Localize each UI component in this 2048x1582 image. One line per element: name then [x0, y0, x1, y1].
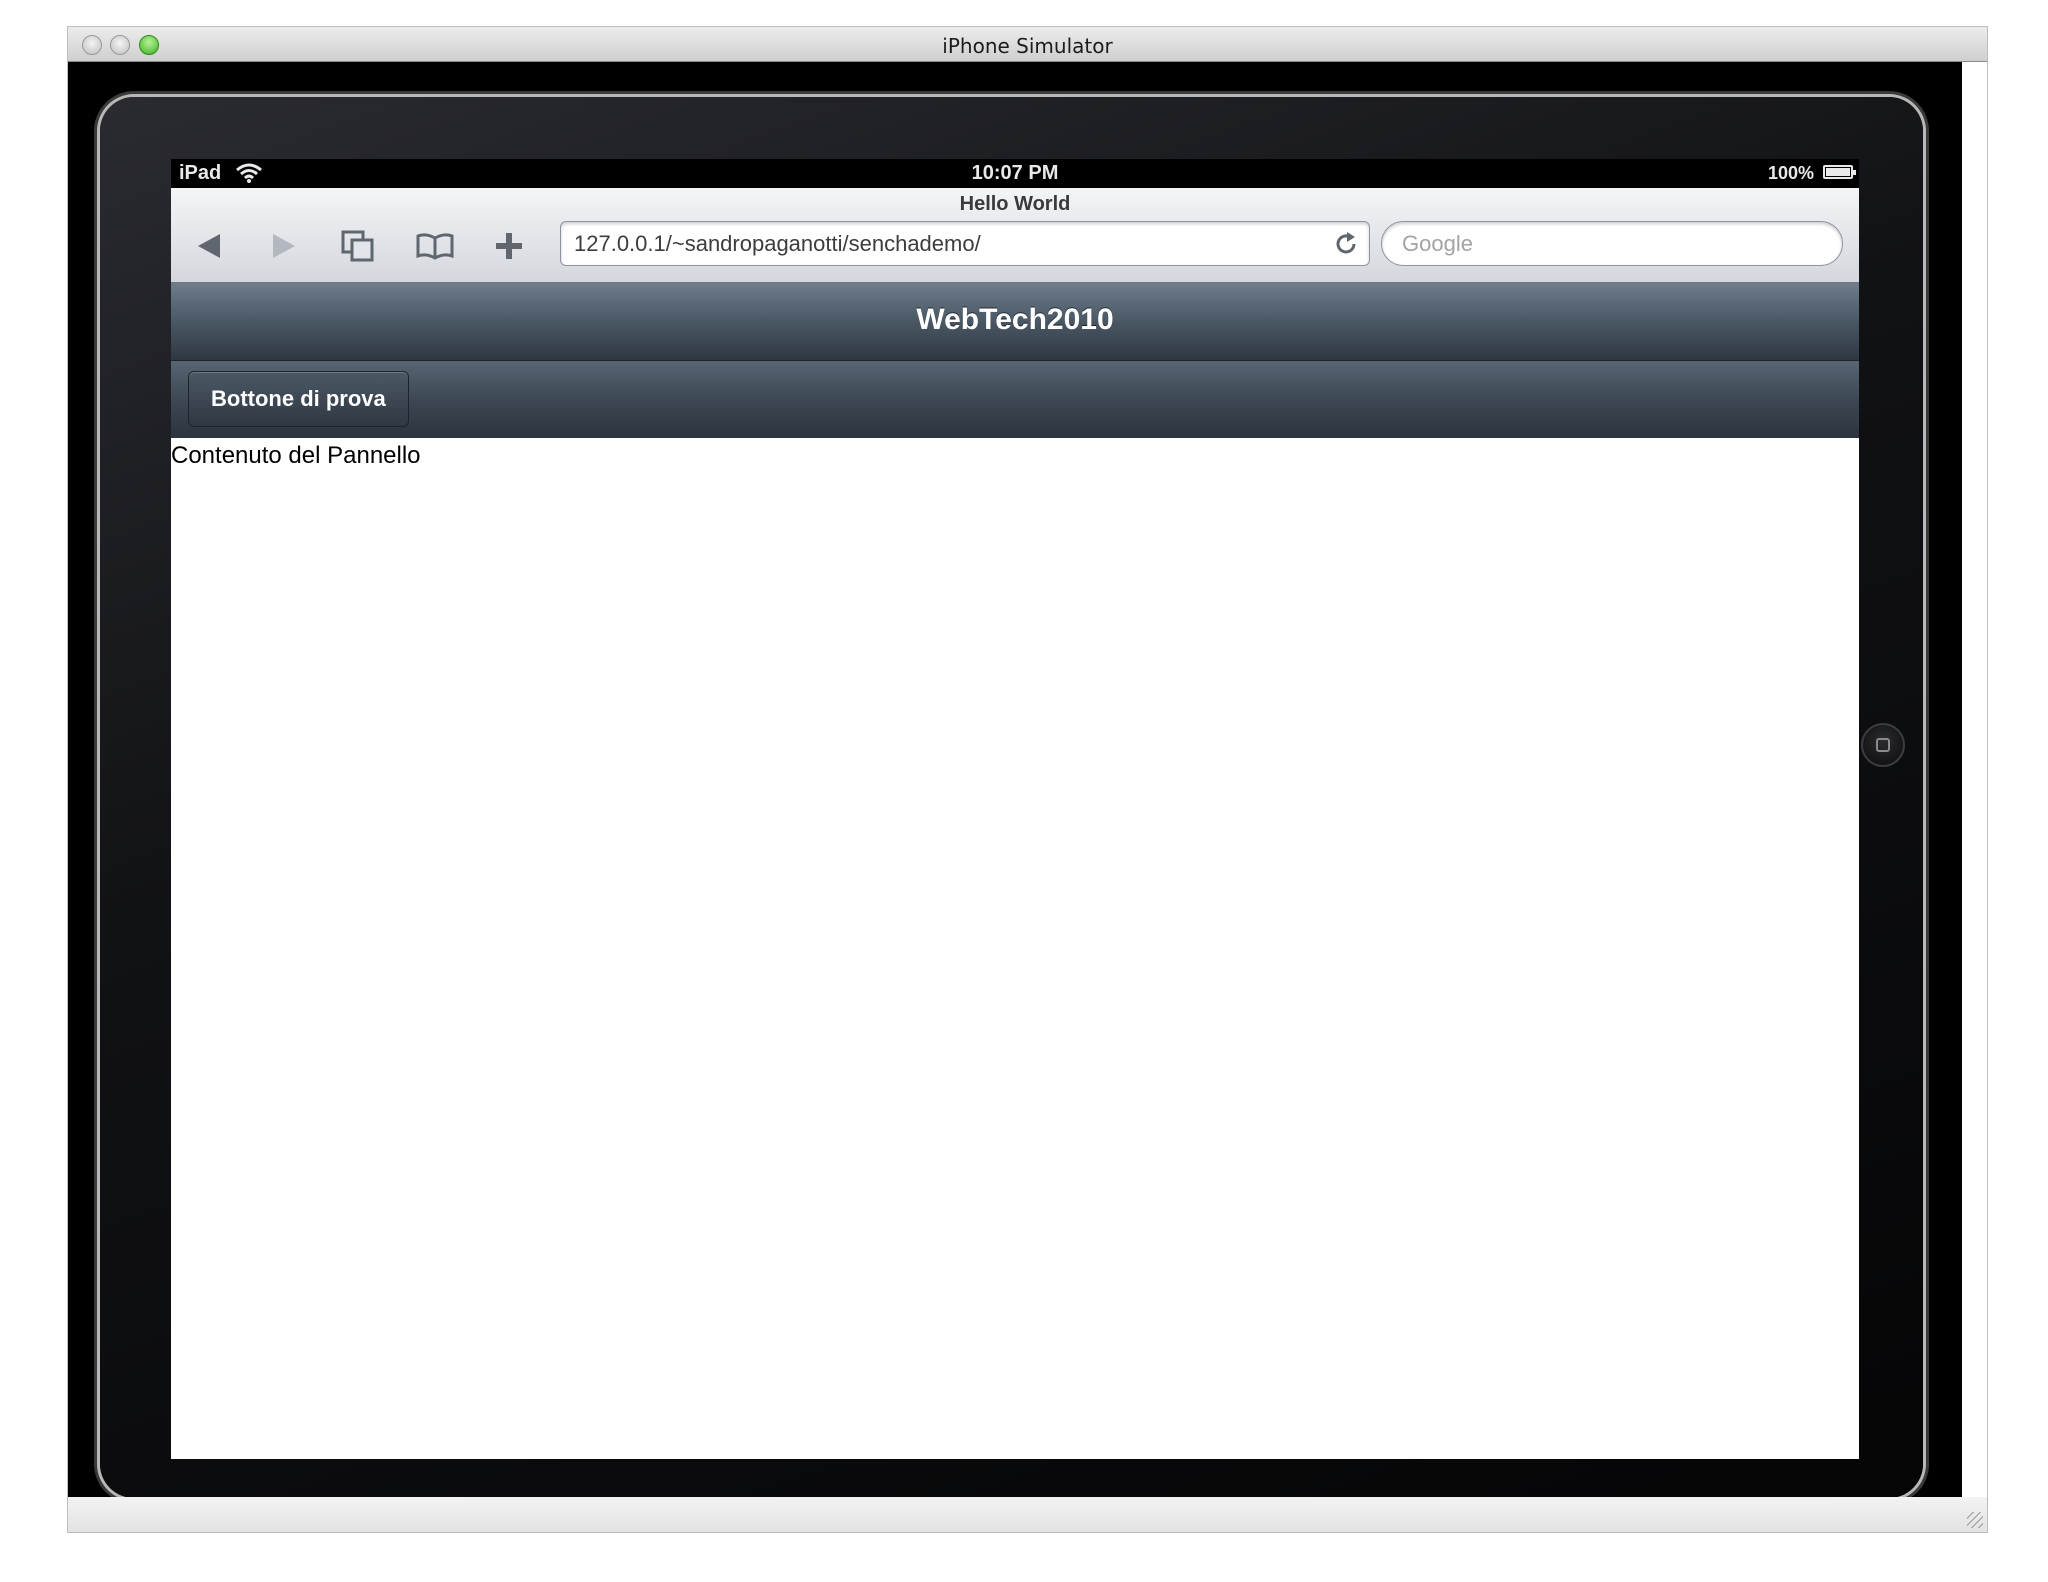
status-bar: iPad 10:07 PM 100%: [171, 159, 1859, 188]
pages-button[interactable]: [338, 226, 378, 266]
ipad-screen: iPad 10:07 PM 100% Hello World 127.0.0.1…: [171, 159, 1859, 1459]
test-button[interactable]: Bottone di prova: [188, 371, 409, 427]
url-field[interactable]: 127.0.0.1/~sandropaganotti/senchademo/: [560, 221, 1370, 266]
add-icon: [496, 233, 522, 259]
resize-grip-icon[interactable]: [1967, 1512, 1983, 1528]
app-title: WebTech2010: [916, 303, 1114, 336]
back-arrow-icon: [198, 234, 220, 258]
url-text: 127.0.0.1/~sandropaganotti/senchademo/: [574, 230, 981, 256]
window-title: iPhone Simulator: [942, 34, 1113, 58]
home-square-icon: [1876, 738, 1890, 752]
bookmarks-button[interactable]: [415, 226, 455, 266]
app-toolbar: Bottone di prova: [171, 361, 1859, 438]
window-titlebar[interactable]: iPhone Simulator: [68, 27, 1987, 62]
home-button[interactable]: [1861, 723, 1905, 767]
bookmarks-icon: [416, 233, 454, 260]
app-titlebar: WebTech2010: [171, 283, 1859, 361]
forward-button[interactable]: [264, 226, 304, 266]
status-time: 10:07 PM: [971, 162, 1059, 184]
pages-icon: [341, 230, 374, 262]
add-bookmark-button[interactable]: [489, 226, 529, 266]
forward-arrow-icon: [273, 234, 295, 258]
safari-toolbar: Hello World 127.0.0.1/~sandropaganotti/s…: [171, 188, 1859, 283]
window-bottom-bar: [68, 1497, 1987, 1532]
search-input[interactable]: [1381, 221, 1843, 266]
panel-content: Contenuto del Pannello: [171, 442, 421, 469]
page-title: Hello World: [959, 193, 1071, 215]
window-right-edge: [1962, 62, 1987, 1497]
back-button[interactable]: [189, 226, 229, 266]
simulator-window: iPhone Simulator iPad 10:07 PM 100% Hell…: [68, 27, 1987, 1532]
battery-percent: 100%: [1767, 163, 1814, 183]
battery-icon: [1823, 165, 1856, 179]
reload-icon[interactable]: [1333, 230, 1361, 258]
